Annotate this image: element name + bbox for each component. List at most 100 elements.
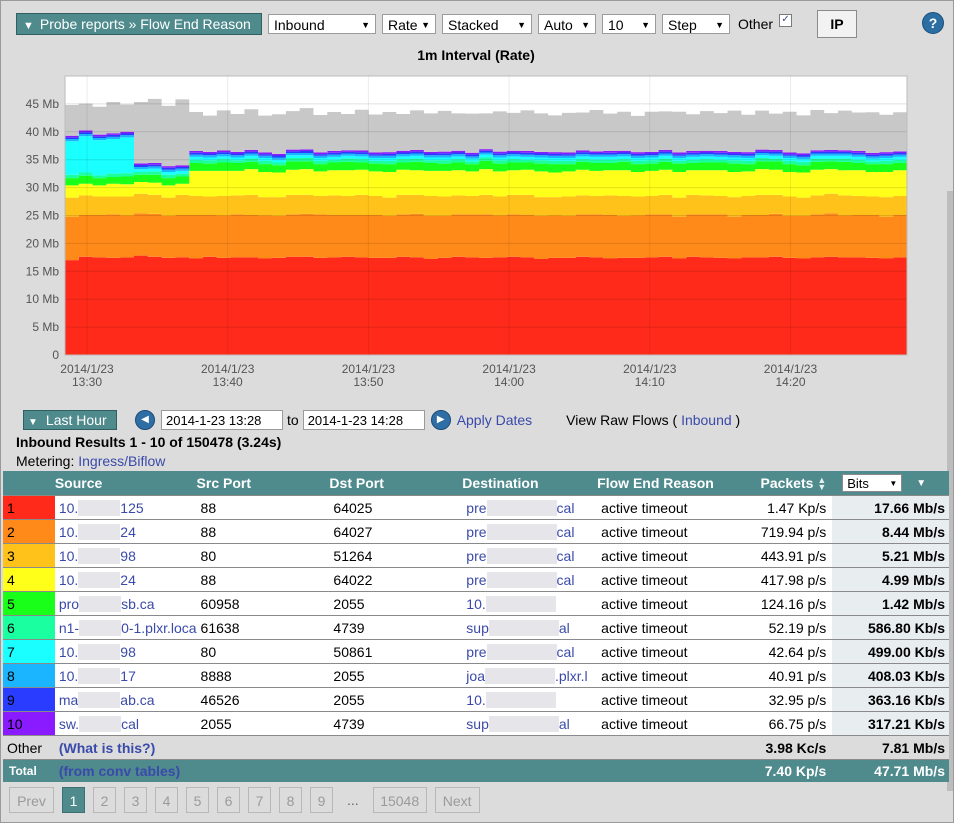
page-1-button[interactable]: 1: [62, 787, 85, 813]
other-checkbox[interactable]: ✓: [779, 13, 793, 27]
destination-link[interactable]: 10.xxxxxxxxxx: [466, 691, 556, 708]
page-4-button[interactable]: 4: [155, 787, 178, 813]
page-6-button[interactable]: 6: [217, 787, 240, 813]
table-row[interactable]: 210.xxxxxx24 8864027prexxxxxxxxxxcal activ…: [3, 519, 949, 544]
scale-select[interactable]: Auto ▼: [538, 14, 596, 34]
dst-port-header[interactable]: Dst Port: [329, 471, 463, 496]
destination-cell[interactable]: prexxxxxxxxxxcal: [462, 543, 598, 568]
destination-cell[interactable]: joaxxxxxxxxxx.plxr.l: [462, 663, 598, 688]
destination-link[interactable]: supxxxxxxxxxxal: [466, 619, 570, 636]
column-menu-icon[interactable]: ▼: [916, 478, 926, 489]
help-icon[interactable]: ?: [922, 12, 944, 34]
table-row[interactable]: 6n1-xxxxxx0-1.plxr.loca616384739supxxxxx…: [3, 615, 949, 640]
page-7-button[interactable]: 7: [248, 787, 271, 813]
reason-header[interactable]: Flow End Reason: [597, 471, 737, 496]
destination-cell[interactable]: prexxxxxxxxxxcal: [462, 567, 598, 592]
source-header[interactable]: Source: [54, 471, 197, 496]
ip-button[interactable]: IP: [817, 10, 857, 38]
source-link[interactable]: 10.xxxxxx125: [59, 499, 144, 516]
src-port-header[interactable]: Src Port: [196, 471, 330, 496]
destination-cell[interactable]: 10.xxxxxxxxxx: [462, 687, 598, 712]
table-row[interactable]: 10sw.xxxxxxcal 20554739supxxxxxxxxxxal act…: [3, 711, 949, 736]
table-row[interactable]: 9maxxxxxxab.ca 46526205510.xxxxxxxxxx acti…: [3, 687, 949, 712]
metering-link[interactable]: Ingress/Biflow: [78, 453, 165, 469]
count-select[interactable]: 10 ▼: [602, 14, 656, 34]
source-link[interactable]: n1-xxxxxx0-1.plxr.loca: [58, 619, 197, 636]
source-cell[interactable]: 10.xxxxxx98: [54, 543, 197, 568]
page-9-button[interactable]: 9: [310, 787, 333, 813]
table-row[interactable]: 810.xxxxxx17 88882055joaxxxxxxxxxx.plxr.l…: [3, 663, 949, 688]
page-2-button[interactable]: 2: [93, 787, 116, 813]
direction-select[interactable]: Inbound ▼: [268, 14, 376, 34]
next-range-icon[interactable]: ▶: [430, 410, 451, 430]
source-cell[interactable]: maxxxxxxab.ca: [54, 687, 197, 712]
source-cell[interactable]: 10.xxxxxx98: [54, 639, 197, 664]
raw-flows-link[interactable]: Inbound: [681, 412, 732, 428]
prev-page-button[interactable]: Prev: [9, 787, 54, 813]
table-row[interactable]: 710.xxxxxx98 8050861prexxxxxxxxxxcal activ…: [3, 639, 949, 664]
destination-cell[interactable]: supxxxxxxxxxxal: [462, 615, 598, 640]
source-link[interactable]: 10.xxxxxx17: [59, 667, 136, 684]
to-date-input[interactable]: 2014-1-23 14:28: [302, 410, 425, 430]
source-link[interactable]: 10.xxxxxx24: [59, 523, 136, 540]
destination-link[interactable]: joaxxxxxxxxxx.plxr.l: [466, 667, 588, 684]
redacted-text: xxxxxxxxxx: [488, 715, 559, 732]
destination-link[interactable]: supxxxxxxxxxxal: [466, 715, 570, 732]
table-row[interactable]: 410.xxxxxx24 8864022prexxxxxxxxxxcal activ…: [3, 567, 949, 592]
sort-icon[interactable]: ▲ ▼: [817, 476, 826, 492]
destination-link[interactable]: prexxxxxxxxxxcal: [466, 523, 574, 540]
table-row[interactable]: 5proxxxxxxsb.ca 60958205510.xxxxxxxxxx act…: [3, 591, 949, 616]
what-is-this-link[interactable]: (What is this?): [59, 740, 155, 756]
destination-link[interactable]: prexxxxxxxxxxcal: [466, 547, 574, 564]
source-link[interactable]: maxxxxxxab.ca: [59, 691, 155, 708]
destination-cell[interactable]: prexxxxxxxxxxcal: [462, 639, 598, 664]
source-cell[interactable]: n1-xxxxxx0-1.plxr.loca: [54, 615, 197, 640]
src-port-cell: 88: [196, 495, 330, 520]
destination-link[interactable]: prexxxxxxxxxxcal: [466, 499, 574, 516]
source-cell[interactable]: proxxxxxxsb.ca: [54, 591, 197, 616]
report-menu-button[interactable]: ▼ Probe reports » Flow End Reason: [16, 13, 262, 35]
prev-range-icon[interactable]: ◀: [135, 410, 155, 430]
destination-cell[interactable]: 10.xxxxxxxxxx: [462, 591, 598, 616]
last-page-button[interactable]: 15048: [372, 787, 427, 813]
redacted-text: xxxxxxxxxx: [484, 667, 555, 684]
packets-header[interactable]: Packets ▲ ▼: [736, 471, 833, 496]
conv-tables-link[interactable]: (from conv tables): [59, 763, 180, 779]
src-port-cell: 60958: [196, 591, 330, 616]
interp-select[interactable]: Step ▼: [662, 14, 730, 34]
page-3-button[interactable]: 3: [124, 787, 147, 813]
apply-dates-link[interactable]: Apply Dates: [457, 412, 532, 428]
source-cell[interactable]: 10.xxxxxx24: [54, 519, 197, 544]
y-tick-label: 0: [52, 348, 59, 362]
destination-link[interactable]: prexxxxxxxxxxcal: [466, 643, 574, 660]
bits-unit-select[interactable]: Bits ▼: [842, 474, 903, 492]
next-page-button[interactable]: Next: [434, 787, 480, 813]
destination-cell[interactable]: supxxxxxxxxxxal: [462, 711, 598, 736]
source-cell[interactable]: 10.xxxxxx24: [54, 567, 197, 592]
page-8-button[interactable]: 8: [279, 787, 302, 813]
page-5-button[interactable]: 5: [186, 787, 209, 813]
metric-select[interactable]: Rate ▼: [382, 14, 436, 34]
source-link[interactable]: 10.xxxxxx24: [59, 571, 136, 588]
from-date-input[interactable]: 2014-1-23 13:28: [161, 410, 283, 430]
destination-header[interactable]: Destination: [462, 471, 598, 496]
source-cell[interactable]: 10.xxxxxx17: [54, 663, 197, 688]
source-link[interactable]: 10.xxxxxx98: [59, 547, 136, 564]
table-row[interactable]: 310.xxxxxx98 8051264prexxxxxxxxxxcal activ…: [3, 543, 949, 568]
mode-value: Stacked: [448, 17, 499, 33]
source-prefix: n1-: [58, 619, 80, 636]
destination-link[interactable]: 10.xxxxxxxxxx: [466, 595, 556, 612]
source-link[interactable]: 10.xxxxxx98: [59, 643, 136, 660]
destination-cell[interactable]: prexxxxxxxxxxcal: [462, 495, 598, 520]
source-cell[interactable]: 10.xxxxxx125: [54, 495, 197, 520]
range-preset-button[interactable]: ▼ Last Hour: [23, 410, 117, 430]
source-link[interactable]: sw.xxxxxxcal: [59, 715, 139, 732]
table-row[interactable]: 110.xxxxxx125 8864025prexxxxxxxxxxcal acti…: [3, 495, 949, 520]
source-cell[interactable]: sw.xxxxxxcal: [54, 711, 197, 736]
destination-link[interactable]: prexxxxxxxxxxcal: [466, 571, 574, 588]
destination-cell[interactable]: prexxxxxxxxxxcal: [462, 519, 598, 544]
source-link[interactable]: proxxxxxxsb.ca: [59, 595, 155, 612]
mode-select[interactable]: Stacked ▼: [442, 14, 532, 34]
redacted-text: xxxxxxxxxx: [486, 499, 557, 516]
bits-cell: 586.80 Kb/s: [832, 615, 949, 640]
